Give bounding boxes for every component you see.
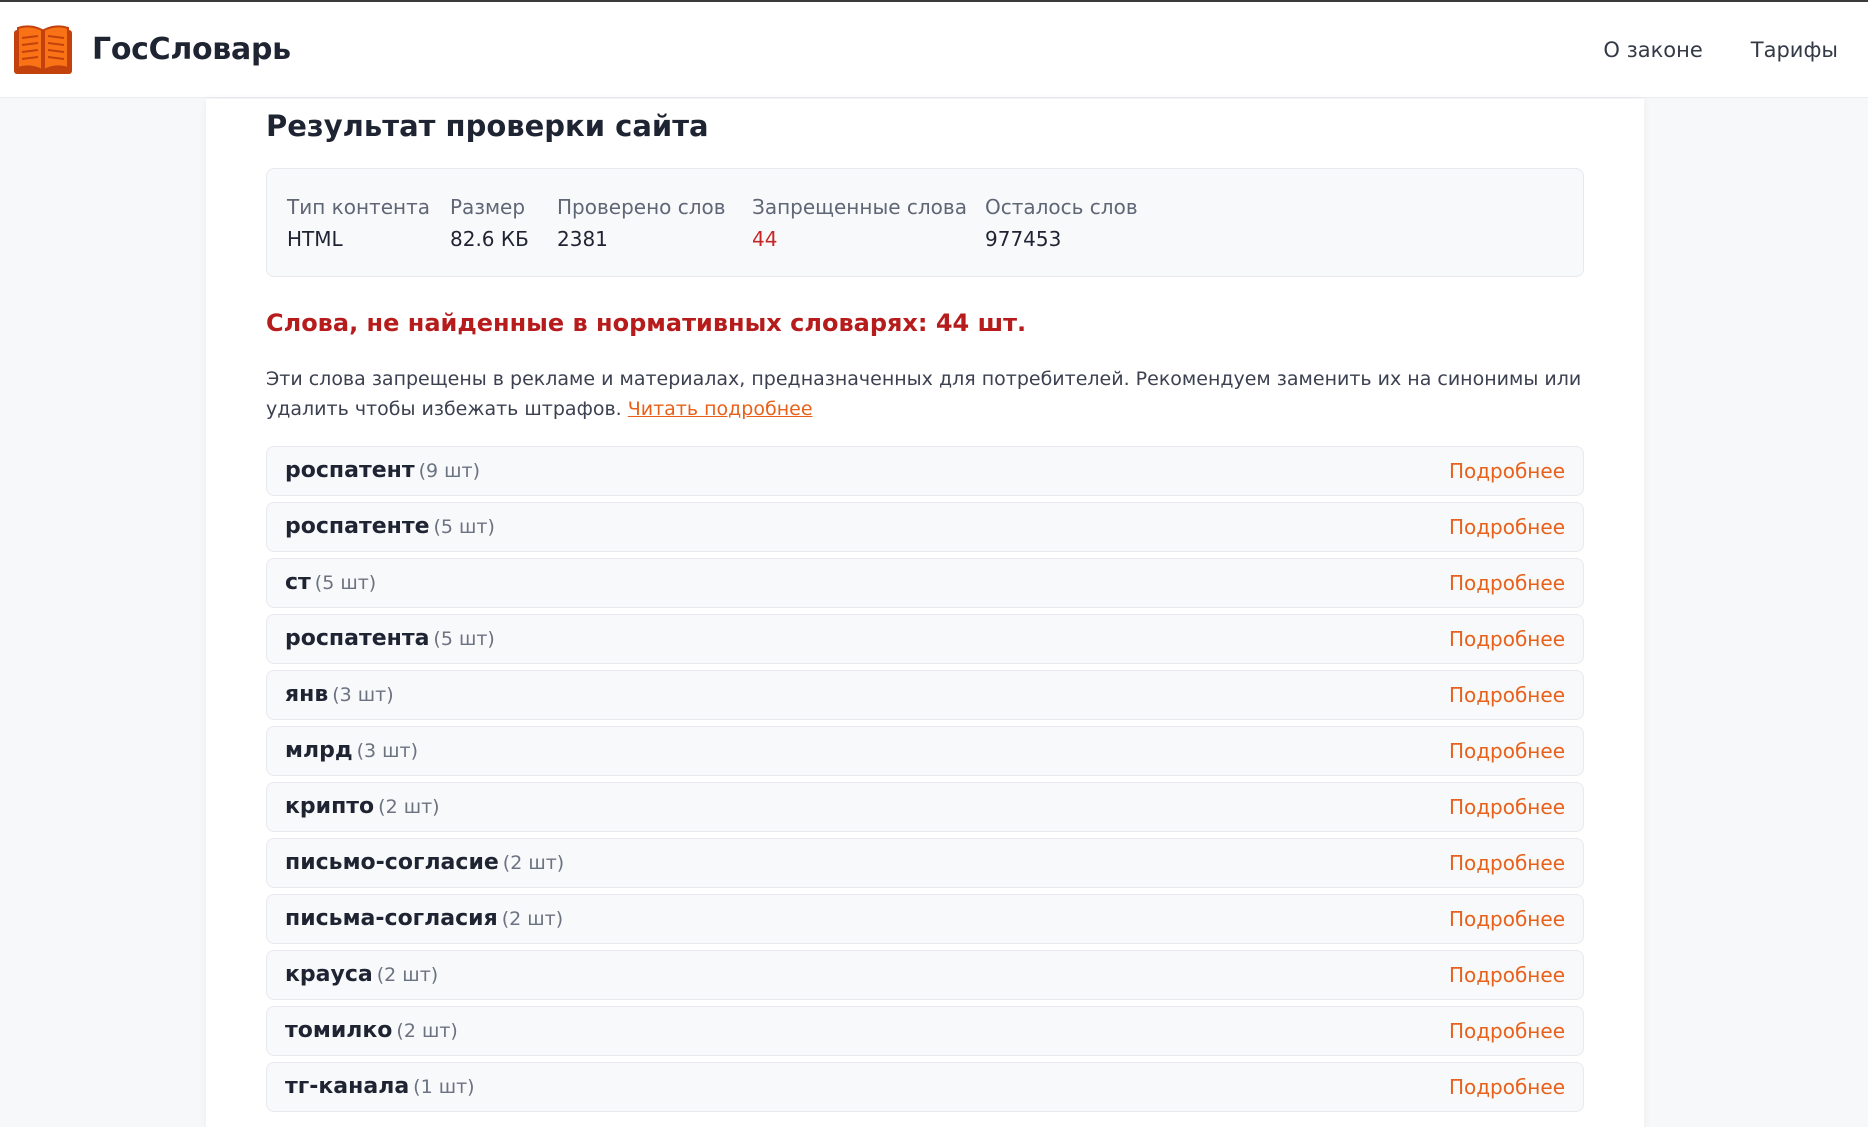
word-details-link[interactable]: Подробнее — [1449, 963, 1565, 987]
nav-link-about-law[interactable]: О законе — [1603, 38, 1702, 62]
warning-title: Слова, не найденные в нормативных словар… — [266, 309, 1027, 337]
nav-link-pricing[interactable]: Тарифы — [1751, 38, 1838, 62]
word-count: (3 шт) — [332, 684, 394, 706]
warning-text: Эти слова запрещены в рекламе и материал… — [266, 364, 1586, 424]
stat-label: Размер — [450, 195, 526, 219]
word-main: млрд (3 шт) — [285, 738, 418, 763]
word-row: томилко (2 шт) Подробнее — [266, 1006, 1584, 1056]
stat-size: Размер 82.6 КБ — [450, 195, 529, 251]
word-main: янв (3 шт) — [285, 682, 394, 707]
stat-forbidden-words: Запрещенные слова 44 — [752, 195, 967, 251]
word-count: (9 шт) — [418, 460, 480, 482]
word-main: ст (5 шт) — [285, 570, 376, 595]
word-row: роспатент (9 шт) Подробнее — [266, 446, 1584, 496]
result-card: Результат проверки сайта Тип контента HT… — [206, 99, 1644, 1127]
word-name: томилко — [285, 1018, 393, 1043]
stat-label: Осталось слов — [985, 195, 1138, 219]
word-details-link[interactable]: Подробнее — [1449, 851, 1565, 875]
word-main: роспатенте (5 шт) — [285, 514, 495, 539]
word-main: крауса (2 шт) — [285, 962, 438, 987]
word-row: роспатента (5 шт) Подробнее — [266, 614, 1584, 664]
main-nav: О законе Тарифы — [1603, 38, 1838, 62]
word-count: (5 шт) — [433, 628, 495, 650]
word-row: тг-канала (1 шт) Подробнее — [266, 1062, 1584, 1112]
forbidden-words-list: роспатент (9 шт) Подробнее роспатенте (5 шт)… — [266, 446, 1584, 1118]
stat-value: 44 — [752, 227, 778, 251]
read-more-link[interactable]: Читать подробнее — [628, 398, 813, 420]
word-main: томилко (2 шт) — [285, 1018, 458, 1043]
warning-description: Эти слова запрещены в рекламе и материал… — [266, 368, 1582, 420]
word-main: письмо-согласие (2 шт) — [285, 850, 564, 875]
stat-content-type: Тип контента HTML — [287, 195, 430, 251]
word-details-link[interactable]: Подробнее — [1449, 1019, 1565, 1043]
word-name: млрд — [285, 738, 353, 763]
stat-value: 82.6 КБ — [450, 227, 529, 251]
word-main: крипто (2 шт) — [285, 794, 440, 819]
logo-text[interactable]: ГосСловарь — [92, 32, 291, 67]
stats-panel: Тип контента HTML Размер 82.6 КБ Провере… — [266, 168, 1584, 277]
word-count: (1 шт) — [413, 1076, 475, 1098]
word-name: ст — [285, 570, 311, 595]
word-details-link[interactable]: Подробнее — [1449, 459, 1565, 483]
word-details-link[interactable]: Подробнее — [1449, 739, 1565, 763]
word-main: роспатент (9 шт) — [285, 458, 480, 483]
word-details-link[interactable]: Подробнее — [1449, 907, 1565, 931]
word-row: крауса (2 шт) Подробнее — [266, 950, 1584, 1000]
word-count: (5 шт) — [433, 516, 495, 538]
word-name: роспатенте — [285, 514, 430, 539]
word-details-link[interactable]: Подробнее — [1449, 683, 1565, 707]
word-count: (5 шт) — [314, 572, 377, 594]
stat-label: Проверено слов — [557, 195, 726, 219]
word-row: крипто (2 шт) Подробнее — [266, 782, 1584, 832]
stat-value: 2381 — [557, 227, 608, 251]
word-count: (2 шт) — [396, 1020, 458, 1042]
stat-remaining-words: Осталось слов 977453 — [985, 195, 1138, 251]
word-name: роспатент — [285, 458, 415, 483]
word-row: млрд (3 шт) Подробнее — [266, 726, 1584, 776]
word-name: крипто — [285, 794, 375, 819]
stat-label: Запрещенные слова — [752, 195, 967, 219]
word-count: (2 шт) — [376, 964, 439, 986]
word-name: письмо-согласие — [285, 850, 499, 875]
stat-value: HTML — [287, 227, 343, 251]
word-row: письмо-согласие (2 шт) Подробнее — [266, 838, 1584, 888]
word-name: тг-канала — [285, 1074, 410, 1099]
word-name: письма-согласия — [285, 906, 498, 931]
open-book-icon — [14, 25, 72, 74]
word-row: письма-согласия (2 шт) Подробнее — [266, 894, 1584, 944]
word-name: янв — [285, 682, 329, 707]
site-header: ГосСловарь О законе Тарифы — [0, 2, 1868, 98]
word-name: роспатента — [285, 626, 430, 651]
word-count: (2 шт) — [501, 908, 564, 930]
word-details-link[interactable]: Подробнее — [1449, 1075, 1565, 1099]
word-details-link[interactable]: Подробнее — [1449, 627, 1565, 651]
stat-value: 977453 — [985, 227, 1062, 251]
page-title: Результат проверки сайта — [266, 109, 709, 143]
word-details-link[interactable]: Подробнее — [1449, 571, 1565, 595]
word-row: янв (3 шт) Подробнее — [266, 670, 1584, 720]
word-main: роспатента (5 шт) — [285, 626, 495, 651]
word-name: крауса — [285, 962, 373, 987]
word-row: роспатенте (5 шт) Подробнее — [266, 502, 1584, 552]
word-details-link[interactable]: Подробнее — [1449, 795, 1565, 819]
word-row: ст (5 шт) Подробнее — [266, 558, 1584, 608]
word-main: письма-согласия (2 шт) — [285, 906, 563, 931]
word-details-link[interactable]: Подробнее — [1449, 515, 1565, 539]
stat-checked-words: Проверено слов 2381 — [557, 195, 726, 251]
word-count: (2 шт) — [378, 796, 440, 818]
word-main: тг-канала (1 шт) — [285, 1074, 475, 1099]
word-count: (2 шт) — [502, 852, 565, 874]
stat-label: Тип контента — [287, 195, 430, 219]
word-count: (3 шт) — [356, 740, 419, 762]
